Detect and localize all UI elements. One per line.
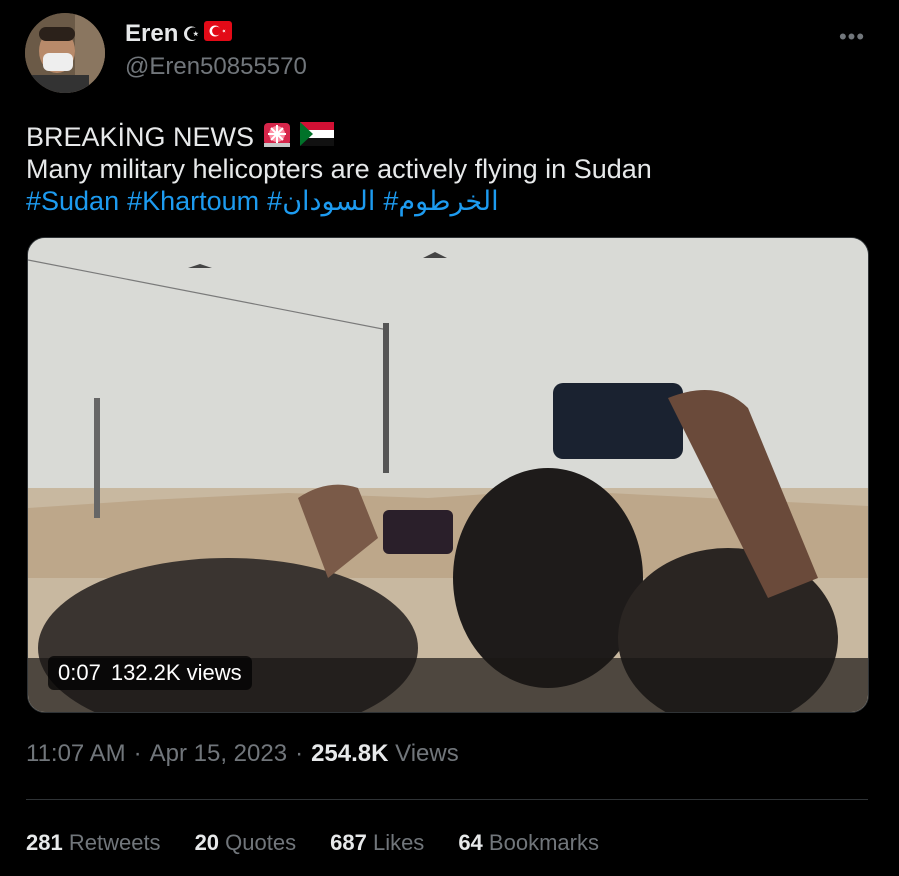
sudan-flag-icon [300, 121, 335, 153]
stat-bookmarks[interactable]: 64 Bookmarks [458, 830, 599, 856]
crescent-moon-icon: ☪ [182, 23, 201, 46]
views-label: Views [395, 740, 459, 767]
separator: · [133, 740, 142, 767]
tweet-line-2: Many military helicopters are actively f… [26, 154, 652, 184]
avatar[interactable] [25, 13, 105, 93]
stat-label: Bookmarks [488, 830, 599, 855]
video-duration: 0:07 [58, 660, 101, 685]
tweet-line-1: BREAKİNG NEWS [26, 122, 255, 152]
hashtag-khartoum[interactable]: #Khartoum [127, 185, 259, 217]
stat-label: Quotes [225, 830, 297, 855]
tweet-timestamp: 11:07 AM · Apr 15, 2023 · 254.8K Views [26, 740, 459, 768]
stat-count: 687 [330, 830, 367, 855]
author-name[interactable]: Eren [125, 20, 178, 48]
rotating-light-icon [262, 119, 292, 156]
stat-retweets[interactable]: 281 Retweets [26, 830, 161, 856]
stat-label: Likes [372, 830, 425, 855]
stat-label: Retweets [68, 830, 161, 855]
turkey-flag-icon [204, 20, 233, 48]
divider [26, 799, 868, 800]
views-count: 254.8K [311, 740, 389, 767]
stat-likes[interactable]: 687 Likes [330, 830, 424, 856]
more-icon[interactable]: ••• [836, 24, 868, 49]
author-name-row[interactable]: Eren ☪ [125, 20, 233, 48]
engagement-stats: 281 Retweets 20 Quotes 687 Likes 64 Book… [26, 830, 633, 856]
stat-count: 281 [26, 830, 63, 855]
tweet-time[interactable]: 11:07 AM [26, 740, 126, 768]
hashtag-alkhartoum[interactable]: #الخرطوم [383, 185, 498, 217]
video-player[interactable] [27, 237, 869, 713]
stat-count: 20 [194, 830, 220, 855]
author-handle[interactable]: @Eren50855570 [125, 53, 307, 81]
tweet-date[interactable]: Apr 15, 2023 [150, 740, 287, 768]
stat-quotes[interactable]: 20 Quotes [195, 830, 297, 856]
video-frame [28, 238, 868, 712]
video-views: 132.2K views [110, 660, 242, 685]
hashtag-sudan[interactable]: #Sudan [26, 185, 119, 217]
hashtag-alsudan[interactable]: #السودان [267, 185, 375, 217]
video-badge: 0:07 132.2K views [48, 656, 252, 690]
views-count-group[interactable]: 254.8K Views [311, 740, 459, 768]
tweet-text: BREAKİNG NEWS Many military helicopters … [26, 121, 652, 217]
separator: · [295, 740, 304, 767]
stat-count: 64 [458, 830, 483, 855]
